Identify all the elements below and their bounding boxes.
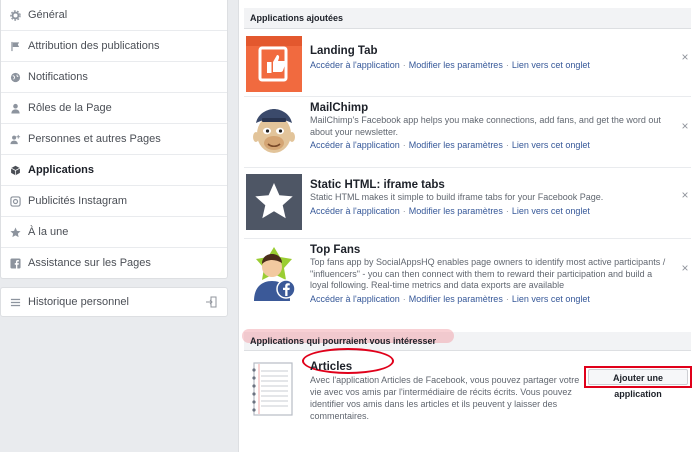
- cube-icon: [9, 164, 21, 176]
- separator: ·: [402, 140, 406, 150]
- go-to-app-link[interactable]: Accéder à l'application: [310, 60, 400, 70]
- sidebar-item-people-pages[interactable]: Personnes et autres Pages: [1, 124, 227, 155]
- app-info: Static HTML: iframe tabs Static HTML mak…: [310, 172, 669, 217]
- button-label: Ajouter une application: [588, 369, 688, 399]
- app-row-articles: Articles Avec l'application Articles de …: [244, 348, 692, 432]
- separator: ·: [505, 60, 509, 70]
- remove-app-icon[interactable]: ×: [679, 119, 691, 133]
- sidebar-item-attribution[interactable]: Attribution des publications: [1, 31, 227, 62]
- list-icon: [9, 296, 21, 308]
- edit-settings-link[interactable]: Modifier les paramètres: [409, 140, 503, 150]
- sidebar-item-label: Applications: [28, 164, 95, 176]
- app-info: Top Fans Top fans app by SocialAppsHQ en…: [310, 243, 669, 305]
- add-application-button[interactable]: Ajouter une application: [584, 366, 692, 399]
- app-row-landing-tab: Landing Tab Accéder à l'application · Modi…: [244, 34, 691, 97]
- articles-logo: [252, 362, 294, 416]
- app-links: Accéder à l'application · Modifier les par…: [310, 293, 669, 305]
- app-name: Articles: [310, 361, 353, 373]
- app-name: Top Fans: [310, 244, 361, 256]
- separator: ·: [402, 60, 406, 70]
- sidebar-item-label: Assistance sur les Pages: [28, 257, 151, 269]
- sidebar-item-notifications[interactable]: Notifications: [1, 62, 227, 93]
- static-html-logo: [246, 174, 302, 230]
- separator: ·: [505, 205, 509, 216]
- globe-icon: [9, 71, 21, 83]
- added-apps-header: Applications ajoutées: [244, 8, 691, 29]
- facebook-icon: [9, 257, 21, 269]
- go-to-app-link[interactable]: Accéder à l'application: [310, 140, 400, 150]
- remove-app-icon[interactable]: ×: [679, 50, 691, 64]
- app-links: Accéder à l'application · Modifier les par…: [310, 205, 669, 217]
- sidebar-item-page-support[interactable]: Assistance sur les Pages: [1, 248, 227, 278]
- tab-link[interactable]: Lien vers cet onglet: [512, 294, 590, 304]
- person-icon: [9, 102, 21, 114]
- sidebar-item-featured[interactable]: À la une: [1, 217, 227, 248]
- sidebar-item-label: Attribution des publications: [28, 40, 160, 52]
- separator: ·: [402, 205, 406, 216]
- history-panel: Historique personnel: [0, 287, 228, 317]
- app-links: Accéder à l'application · Modifier les par…: [310, 139, 669, 151]
- app-info: Articles Avec l'application Articles de …: [310, 360, 584, 422]
- section-title: Applications ajoutées: [250, 13, 344, 23]
- sidebar-item-label: Historique personnel: [28, 296, 129, 308]
- app-info: MailChimp MailChimp's Facebook app helps…: [310, 101, 669, 151]
- separator: ·: [402, 293, 406, 304]
- tab-link[interactable]: Lien vers cet onglet: [512, 206, 590, 216]
- app-links: Accéder à l'application · Modifier les par…: [310, 59, 669, 71]
- sidebar-item-label: Rôles de la Page: [28, 102, 112, 114]
- go-to-app-link[interactable]: Accéder à l'application: [310, 206, 400, 216]
- settings-nav: Général Attribution des publications Not…: [0, 0, 228, 279]
- app-row-top-fans: Top Fans Top fans app by SocialAppsHQ en…: [244, 241, 691, 321]
- go-to-app-link[interactable]: Accéder à l'application: [310, 294, 400, 304]
- sidebar-item-label: Général: [28, 9, 68, 21]
- sidebar-item-page-roles[interactable]: Rôles de la Page: [1, 93, 227, 124]
- separator: ·: [505, 140, 509, 150]
- star-icon: [9, 226, 21, 238]
- top-fans-logo: [246, 245, 302, 301]
- sidebar-item-label: Personnes et autres Pages: [28, 133, 161, 145]
- instagram-icon: [9, 195, 21, 207]
- settings-sidebar: Général Attribution des publications Not…: [0, 0, 228, 317]
- gear-icon: [9, 9, 21, 21]
- sidebar-item-general[interactable]: Général: [1, 0, 227, 31]
- remove-app-icon[interactable]: ×: [679, 188, 691, 202]
- flag-icon: [9, 40, 21, 52]
- app-row-static-html: Static HTML: iframe tabs Static HTML mak…: [244, 170, 691, 239]
- edit-settings-link[interactable]: Modifier les paramètres: [409, 294, 503, 304]
- sidebar-item-label: Notifications: [28, 71, 88, 83]
- app-name: Static HTML: iframe tabs: [310, 179, 445, 191]
- tab-link[interactable]: Lien vers cet onglet: [512, 60, 590, 70]
- sidebar-item-instagram-ads[interactable]: Publicités Instagram: [1, 186, 227, 217]
- app-description: MailChimp's Facebook app helps you make …: [310, 115, 661, 137]
- app-description: Top fans app by SocialAppsHQ enables pag…: [310, 257, 666, 290]
- tab-link[interactable]: Lien vers cet onglet: [512, 140, 590, 150]
- sidebar-item-history[interactable]: Historique personnel: [1, 288, 227, 316]
- app-name: Landing Tab: [310, 45, 378, 57]
- edit-settings-link[interactable]: Modifier les paramètres: [409, 60, 503, 70]
- app-info: Landing Tab Accéder à l'application · Modi…: [310, 36, 669, 71]
- landing-tab-logo: [246, 36, 302, 92]
- edit-settings-link[interactable]: Modifier les paramètres: [409, 206, 503, 216]
- people-icon: [9, 133, 21, 145]
- app-description: Static HTML makes it simple to build ifr…: [310, 192, 604, 202]
- section-title: Applications qui pourraient vous intéres…: [250, 336, 437, 346]
- sidebar-item-applications[interactable]: Applications: [1, 155, 227, 186]
- app-row-mailchimp: MailChimp MailChimp's Facebook app helps…: [244, 99, 691, 168]
- remove-app-icon[interactable]: ×: [679, 261, 691, 275]
- applications-content: Applications ajoutées Landing Tab Accéde…: [238, 0, 700, 452]
- app-name: MailChimp: [310, 102, 369, 114]
- sidebar-item-label: Publicités Instagram: [28, 195, 128, 207]
- app-description: Avec l'application Articles de Facebook,…: [310, 375, 580, 421]
- sidebar-item-label: À la une: [28, 226, 69, 238]
- open-arrow-icon: [205, 296, 217, 308]
- mailchimp-logo: [246, 103, 302, 159]
- suggested-apps-header: Applications qui pourraient vous intéres…: [242, 329, 691, 351]
- separator: ·: [505, 293, 509, 304]
